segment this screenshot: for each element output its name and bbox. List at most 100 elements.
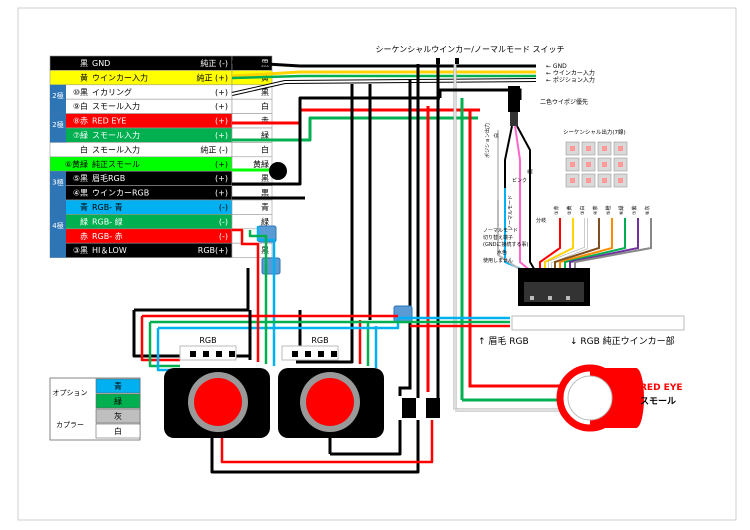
row-mid: 純正 (-) [200, 144, 228, 154]
legend-swatch-label: 灰 [114, 411, 122, 421]
row-num: 赤 [80, 232, 88, 241]
svg-text:← ポジション入力: ← ポジション入力 [546, 76, 595, 84]
legend-option-label: オプション [53, 389, 88, 397]
rgb-left-label: RGB [199, 336, 216, 345]
led-dot [203, 351, 209, 357]
row-label: RGB- 赤 [92, 232, 123, 241]
row-label: イカリング [92, 87, 132, 97]
row-right: 白 [261, 101, 269, 111]
svg-text:ピンク: ピンク [512, 178, 527, 184]
row-label: RED EYE [92, 117, 126, 126]
grid-cell-dot [586, 162, 591, 167]
group-tab-label: 4極 [52, 221, 63, 230]
row-num: 黒 [80, 59, 88, 68]
table-row [49, 199, 233, 215]
lead-label: ⑦紫 [632, 206, 638, 215]
group-tab-label: 2極 [52, 120, 63, 129]
grid-cell-dot [618, 162, 623, 167]
group-tab-label: 2極 [52, 91, 63, 100]
row-mid: (+) [215, 189, 228, 198]
led-dot [331, 351, 337, 357]
headlight-left [164, 368, 270, 438]
lead-label: ⑥緑 [618, 206, 625, 215]
row-label: RGB- 青 [92, 202, 123, 212]
led-dot [292, 351, 298, 357]
svg-text:分岐: 分岐 [536, 217, 546, 224]
red-eye-ring [556, 364, 644, 432]
grid-cell-dot [602, 178, 607, 183]
led-strip-right [511, 315, 685, 331]
headlight-right [278, 368, 384, 438]
row-num: 青 [80, 202, 88, 212]
row-num: ⑩黒 [73, 88, 88, 97]
red-eye-label: RED EYE [640, 383, 683, 393]
grid-cell-dot [570, 146, 575, 151]
small-label: スモール [640, 396, 676, 407]
grid-cell-dot [602, 146, 607, 151]
lead-label: ①赤 [554, 206, 560, 215]
row-mid: (+) [215, 102, 228, 111]
table-row [49, 214, 233, 230]
grid-cell-dot [570, 162, 575, 167]
lead-label: ⑤橙 [605, 206, 612, 215]
legend-swatch-label: 緑 [114, 396, 122, 406]
legend: オプションカプラー 青緑灰白 [49, 377, 141, 441]
grid-cell-dot [602, 162, 607, 167]
eyebrow-label: ↑ 眉毛 RGB [478, 335, 529, 347]
grid-cell-dot [586, 178, 591, 183]
wire-table: 黒 GND 純正 (-) 黒黄 ウインカー入力 純正 (+) 黄⑩黒 イカリング (+) 黒⑨白ス… [49, 55, 273, 258]
led-dot [305, 351, 311, 357]
row-right: 青 [261, 202, 269, 212]
row-label: スモール入力 [92, 101, 140, 111]
lead-label: ③白 [579, 206, 586, 215]
legend-swatch-label: 青 [114, 381, 122, 391]
row-mid: (+) [215, 131, 228, 140]
lead-label: ②黄 [566, 206, 573, 215]
led-dot [190, 351, 196, 357]
row-label: GND [92, 59, 110, 68]
row-mid: (+) [215, 174, 228, 183]
junction-box [393, 305, 413, 323]
svg-text:シーケンシャル出力(7線): シーケンシャル出力(7線) [563, 128, 626, 136]
row-num: 緑 [80, 216, 88, 226]
table-row [49, 228, 233, 244]
led-dot [318, 351, 324, 357]
row-mid: RGB(+) [198, 246, 228, 255]
row-right: 緑 [261, 216, 269, 226]
row-label: RGB- 緑 [92, 216, 123, 226]
row-label: 眉毛RGB [92, 173, 125, 183]
svg-text:白: 白 [493, 133, 500, 138]
lead-label: ⑧灰 [644, 206, 651, 215]
row-mid: (-) [219, 217, 228, 226]
row-mid: (-) [219, 232, 228, 241]
switch-title: シーケンシャルウインカー/ノーマルモード スイッチ [376, 45, 565, 54]
svg-text:← ウインカー入力: ← ウインカー入力 [546, 69, 595, 77]
row-mid: (+) [215, 117, 228, 126]
svg-text:ノーマルモード: ノーマルモード [508, 195, 514, 230]
row-label: スモール入力 [92, 144, 140, 154]
group-tab-label: 3極 [52, 178, 63, 187]
lead-label: ④茶 [592, 206, 599, 215]
connector-a [402, 398, 416, 418]
svg-text:水色: 水色 [497, 249, 507, 256]
svg-text:二色ウイポジ優先: 二色ウイポジ優先 [540, 98, 588, 106]
rgb-mid-label: RGB [311, 336, 328, 345]
row-label: 純正スモール [92, 159, 140, 169]
led-dot [216, 351, 222, 357]
row-num: ⑥黄緑 [65, 159, 88, 169]
row-num: ⑦緑 [73, 130, 88, 140]
row-mid: (+) [215, 160, 228, 169]
svg-text:使用しません: 使用しません [483, 257, 513, 264]
grid-cell-dot [618, 146, 623, 151]
legend-swatch-label: 白 [114, 426, 122, 436]
grid-cell-dot [570, 178, 575, 183]
switch-body [508, 86, 520, 112]
svg-text:切り替え端子: 切り替え端子 [483, 234, 513, 241]
row-label: HI＆LOW [92, 246, 127, 255]
row-label: ウインカー入力 [92, 72, 148, 82]
grid-cell-dot [586, 146, 591, 151]
row-right: 黒 [261, 189, 269, 198]
row-num: ④黒 [73, 189, 88, 198]
grid-cell-dot [618, 178, 623, 183]
row-num: ⑧赤 [73, 117, 88, 126]
